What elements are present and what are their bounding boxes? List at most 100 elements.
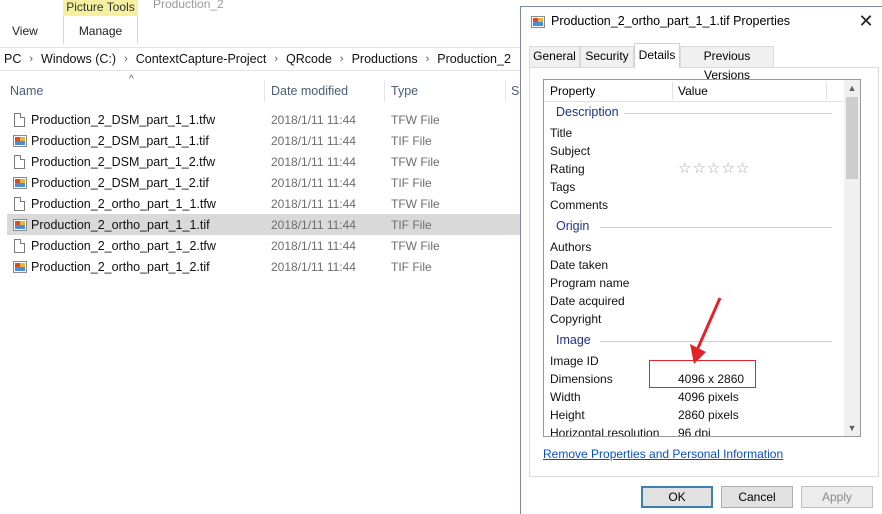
file-row[interactable]: Production_2_DSM_part_1_1.tfw 2018/1/11 … [7,109,520,130]
property-value-hres: 96 dpi [678,426,711,437]
file-date: 2018/1/11 11:44 [271,196,356,211]
breadcrumb-drive[interactable]: Windows (C:) [37,52,120,66]
column-header-type[interactable]: Type [391,78,418,104]
document-icon [13,154,27,170]
file-type: TFW File [391,112,440,127]
breadcrumb-project[interactable]: ContextCapture-Project [132,52,271,66]
section-divider [600,227,832,228]
property-label[interactable]: Subject [550,144,590,158]
grid-header-value[interactable]: Value [678,84,708,98]
dialog-title: Production_2_ortho_part_1_1.tif Properti… [551,14,791,28]
property-label[interactable]: Dimensions [550,372,613,386]
file-row[interactable]: Production_2_ortho_part_1_2.tif 2018/1/1… [7,256,520,277]
properties-dialog: Production_2_ortho_part_1_1.tif Properti… [520,6,882,514]
file-name: Production_2_DSM_part_1_1.tfw [31,112,216,127]
file-date: 2018/1/11 11:44 [271,217,356,232]
grid-header: Property Value [544,80,844,102]
file-type: TIF File [391,259,432,274]
tab-security[interactable]: Security [580,46,634,67]
breadcrumb-pc[interactable]: PC [0,52,25,66]
file-row[interactable]: Production_2_DSM_part_1_1.tif 2018/1/11 … [7,130,520,151]
chevron-right-icon[interactable]: › [422,53,434,65]
chevron-right-icon[interactable]: › [270,53,282,65]
property-label[interactable]: Height [550,408,585,422]
chevron-right-icon[interactable]: › [25,53,37,65]
property-label[interactable]: Rating [550,162,585,176]
file-type: TIF File [391,217,432,232]
breadcrumb-production-2[interactable]: Production_2 [433,52,515,66]
close-icon[interactable]: ✕ [853,9,879,33]
column-header-name[interactable]: Name [10,78,43,104]
file-type: TIF File [391,175,432,190]
vertical-scrollbar[interactable]: ▲ ▼ [844,80,860,436]
screenshot-root: View Picture Tools Manage Production_2 P… [0,0,882,514]
breadcrumb-productions[interactable]: Productions [348,52,422,66]
file-name: Production_2_ortho_part_1_2.tif [31,259,210,274]
property-value-width: 4096 pixels [678,390,739,404]
property-label[interactable]: Program name [550,276,629,290]
column-divider[interactable] [826,82,827,100]
property-value-height: 2860 pixels [678,408,739,422]
property-label[interactable]: Date acquired [550,294,625,308]
column-divider[interactable] [384,80,385,102]
file-type: TIF File [391,133,432,148]
section-divider [624,113,832,114]
ok-button[interactable]: OK [641,486,713,508]
property-label[interactable]: Width [550,390,581,404]
column-header-date[interactable]: Date modified [271,78,348,104]
file-type: TFW File [391,154,440,169]
tab-details[interactable]: Details [634,43,680,68]
property-label[interactable]: Image ID [550,354,599,368]
window-title: Production_2 [153,0,224,11]
file-row-selected[interactable]: Production_2_ortho_part_1_1.tif 2018/1/1… [7,214,520,235]
file-name: Production_2_DSM_part_1_2.tif [31,175,209,190]
annotation-arrow-icon [690,297,722,364]
grid-header-property[interactable]: Property [550,84,595,98]
scroll-up-icon[interactable]: ▲ [844,80,860,96]
apply-button[interactable]: Apply [801,486,873,508]
file-name: Production_2_DSM_part_1_1.tif [31,133,209,148]
rating-stars[interactable]: ☆☆☆☆☆ [678,159,750,177]
file-row[interactable]: Production_2_DSM_part_1_2.tfw 2018/1/11 … [7,151,520,172]
file-name: Production_2_ortho_part_1_2.tfw [31,238,216,253]
breadcrumb-qrcode[interactable]: QRcode [282,52,336,66]
annotation-highlight-box [649,360,756,388]
column-divider[interactable] [672,82,673,100]
remove-properties-link[interactable]: Remove Properties and Personal Informati… [543,447,783,461]
address-bar[interactable]: PC › Windows (C:) › ContextCapture-Proje… [0,47,520,71]
file-type: TFW File [391,196,440,211]
image-file-icon [13,259,27,275]
document-icon [13,112,27,128]
property-label[interactable]: Tags [550,180,575,194]
tab-manage[interactable]: Manage [63,16,138,44]
file-row[interactable]: Production_2_DSM_part_1_2.tif 2018/1/11 … [7,172,520,193]
property-label[interactable]: Horizontal resolution [550,426,659,436]
property-label[interactable]: Date taken [550,258,608,272]
scroll-down-icon[interactable]: ▼ [844,420,860,436]
property-label[interactable]: Authors [550,240,591,254]
tab-view[interactable]: View [12,18,38,44]
scrollbar-thumb[interactable] [846,97,858,179]
column-divider[interactable] [264,80,265,102]
file-row[interactable]: Production_2_ortho_part_1_1.tfw 2018/1/1… [7,193,520,214]
file-date: 2018/1/11 11:44 [271,238,356,253]
chevron-right-icon[interactable]: › [336,53,348,65]
column-divider[interactable] [505,80,506,102]
image-file-icon [531,16,545,28]
property-label[interactable]: Comments [550,198,608,212]
property-label[interactable]: Title [550,126,572,140]
tab-previous-versions[interactable]: Previous Versions [680,46,774,82]
file-row[interactable]: Production_2_ortho_part_1_2.tfw 2018/1/1… [7,235,520,256]
chevron-right-icon[interactable]: › [120,53,132,65]
image-file-icon [13,133,27,149]
file-date: 2018/1/11 11:44 [271,175,356,190]
file-name: Production_2_DSM_part_1_2.tfw [31,154,216,169]
document-icon [13,238,27,254]
file-date: 2018/1/11 11:44 [271,259,356,274]
property-label[interactable]: Copyright [550,312,601,326]
tab-general[interactable]: General [529,46,580,67]
file-date: 2018/1/11 11:44 [271,112,356,127]
file-name: Production_2_ortho_part_1_1.tif [31,217,210,232]
cancel-button[interactable]: Cancel [721,486,793,508]
file-type: TFW File [391,238,440,253]
